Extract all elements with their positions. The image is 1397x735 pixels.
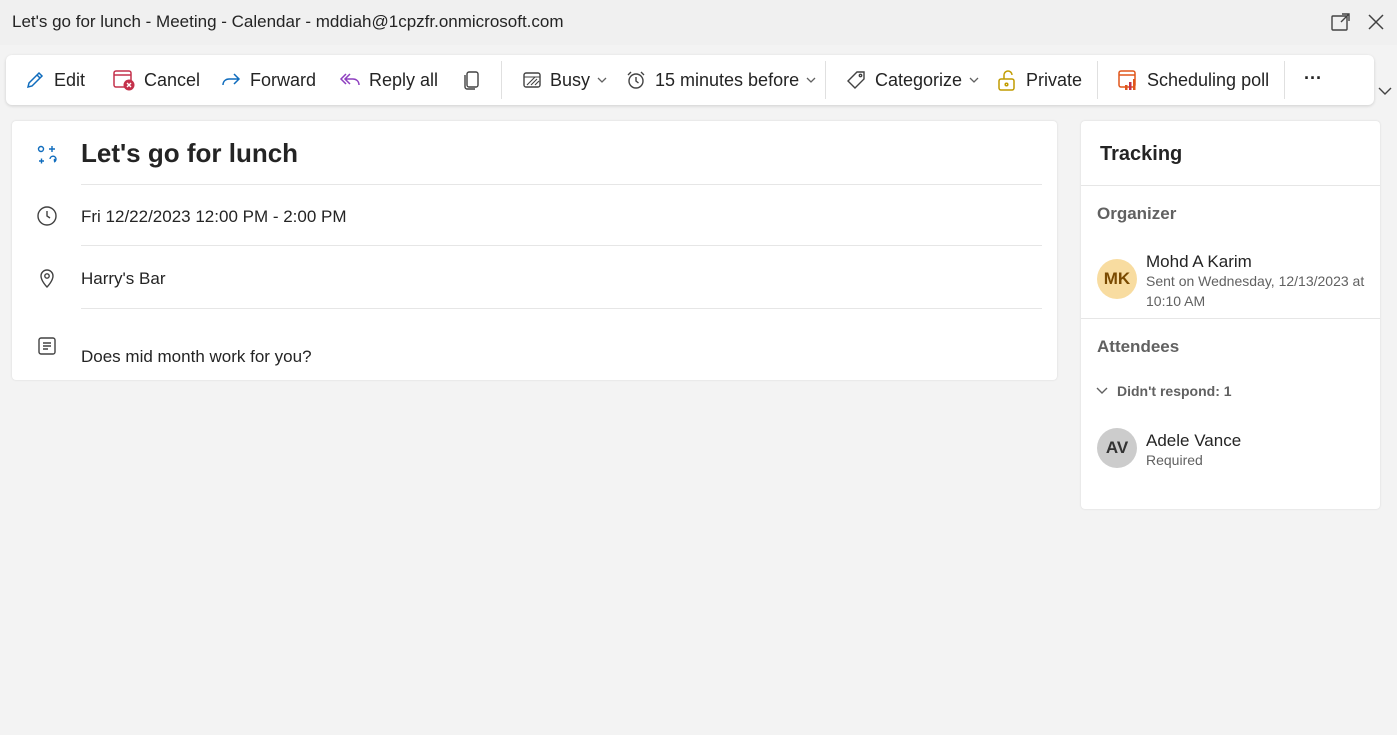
toolbar-separator <box>501 61 502 99</box>
close-icon[interactable] <box>1364 10 1388 34</box>
chevron-down-icon <box>597 77 607 83</box>
scheduling-poll-button[interactable]: Scheduling poll <box>1117 67 1269 93</box>
command-toolbar: Edit Cancel Forward Reply all Busy 15 mi… <box>6 55 1374 105</box>
title-bar: Let's go for lunch - Meeting - Calendar … <box>0 0 1397 45</box>
organizer-initials: MK <box>1103 269 1131 288</box>
organizer-avatar[interactable]: MK <box>1097 259 1137 299</box>
window-title: Let's go for lunch - Meeting - Calendar … <box>12 12 564 31</box>
organizer-name[interactable]: Mohd A Karim <box>1146 252 1252 272</box>
attendee-name[interactable]: Adele Vance <box>1146 431 1241 451</box>
more-options-icon: ··· <box>1304 67 1322 88</box>
copy-button[interactable] <box>461 67 491 93</box>
forward-icon <box>222 73 241 86</box>
edit-label: Edit <box>54 69 86 90</box>
divider <box>81 308 1042 309</box>
toolbar-separator <box>1284 61 1285 99</box>
copy-icon <box>464 71 479 90</box>
toolbar-separator <box>825 61 826 99</box>
divider <box>1081 185 1380 186</box>
divider <box>81 245 1042 246</box>
attendee-avatar[interactable]: AV <box>1097 428 1137 468</box>
attendees-label: Attendees <box>1097 337 1180 356</box>
meeting-location: Harry's Bar <box>81 269 166 288</box>
calendar-cancel-icon <box>113 70 135 91</box>
meeting-details-card: Let's go for lunch Fri 12/22/2023 12:00 … <box>12 121 1057 380</box>
private-label: Private <box>1026 69 1083 90</box>
categorize-dropdown[interactable]: Categorize <box>845 67 980 93</box>
reminder-dropdown[interactable]: 15 minutes before <box>625 67 817 93</box>
chevron-down-icon <box>969 77 979 83</box>
reminder-label: 15 minutes before <box>655 69 800 90</box>
meeting-category-icon <box>36 144 58 166</box>
tracking-header: Tracking <box>1100 143 1183 165</box>
chevron-down-icon <box>806 77 816 83</box>
meeting-body: Does mid month work for you? <box>81 347 312 366</box>
reply-all-icon <box>339 73 360 86</box>
toolbar-separator <box>1097 61 1098 99</box>
attendee-role: Required <box>1146 452 1203 468</box>
pencil-icon <box>26 71 44 89</box>
tag-icon <box>847 71 865 89</box>
meeting-title: Let's go for lunch <box>81 138 299 168</box>
categorize-label: Categorize <box>875 69 963 90</box>
cancel-meeting-button[interactable]: Cancel <box>112 67 200 93</box>
scheduling-poll-label: Scheduling poll <box>1147 69 1270 90</box>
scheduling-poll-icon <box>1118 70 1136 90</box>
divider <box>1081 318 1380 319</box>
chevron-down-icon <box>1096 387 1108 394</box>
tracking-panel: Tracking Organizer MK Mohd A Karim Sent … <box>1081 121 1380 509</box>
organizer-label: Organizer <box>1097 204 1177 223</box>
didnt-respond-group-toggle[interactable]: Didn't respond: 1 <box>1095 383 1232 399</box>
clock-icon <box>36 205 58 227</box>
pop-out-icon[interactable] <box>1329 10 1353 34</box>
meeting-datetime: Fri 12/22/2023 12:00 PM - 2:00 PM <box>81 207 347 226</box>
cancel-label: Cancel <box>144 69 201 90</box>
busy-label: Busy <box>550 69 591 90</box>
divider <box>81 184 1042 185</box>
attendee-initials: AV <box>1105 438 1129 457</box>
show-as-busy-dropdown[interactable]: Busy <box>522 67 608 93</box>
more-options-button[interactable]: ··· <box>1304 65 1322 91</box>
edit-button[interactable]: Edit <box>24 67 85 93</box>
forward-label: Forward <box>250 69 317 90</box>
location-pin-icon <box>36 267 58 289</box>
private-button[interactable]: Private <box>996 67 1082 93</box>
alarm-clock-icon <box>627 71 645 89</box>
organizer-sent-time: Sent on Wednesday, 12/13/2023 at 10:10 A… <box>1146 273 1365 309</box>
reply-all-button[interactable]: Reply all <box>339 67 438 93</box>
notes-icon <box>36 335 58 357</box>
collapse-ribbon-chevron-icon[interactable] <box>1376 82 1394 100</box>
unlock-icon <box>998 70 1015 91</box>
forward-button[interactable]: Forward <box>220 67 316 93</box>
didnt-respond-label: Didn't respond: 1 <box>1117 383 1232 399</box>
status-busy-icon <box>523 72 541 88</box>
reply-all-label: Reply all <box>369 69 439 90</box>
